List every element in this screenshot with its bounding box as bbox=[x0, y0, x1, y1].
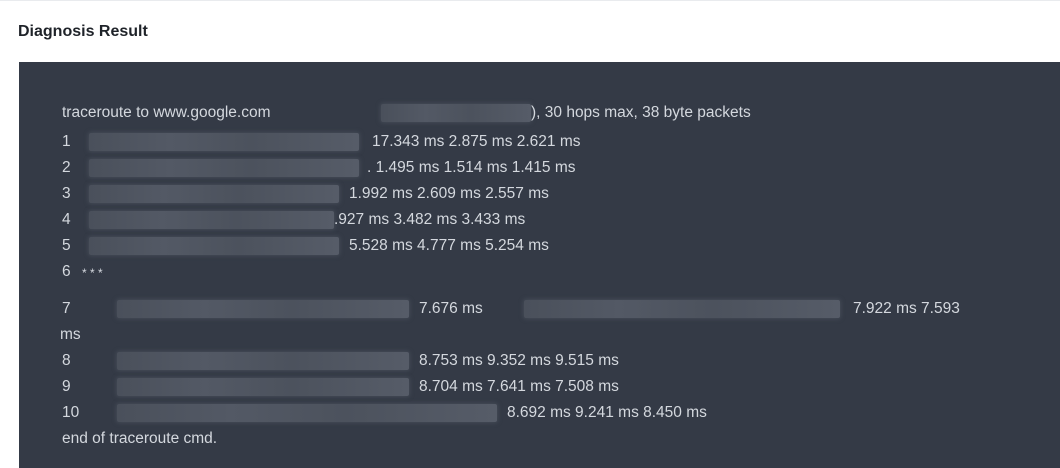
redacted-host bbox=[89, 185, 339, 203]
top-divider bbox=[0, 0, 1060, 1]
redacted-host bbox=[117, 352, 409, 370]
hop-times: . 1.495 ms 1.514 ms 1.415 ms bbox=[367, 159, 576, 176]
hop-times: 1.992 ms 2.609 ms 2.557 ms bbox=[349, 185, 549, 202]
hop-times: 7.676 ms bbox=[419, 300, 483, 317]
hop-number: 6 bbox=[62, 263, 71, 280]
hop-times: 8.753 ms 9.352 ms 9.515 ms bbox=[419, 352, 619, 369]
hop-timeout: * * * bbox=[82, 266, 103, 280]
hop-number: 2 bbox=[62, 159, 71, 176]
redacted-host bbox=[117, 378, 409, 396]
redacted-host bbox=[117, 300, 409, 318]
panel-title: Diagnosis Result bbox=[18, 23, 148, 40]
hop-times: .927 ms 3.482 ms 3.433 ms bbox=[334, 211, 526, 228]
redacted-host bbox=[89, 133, 359, 151]
redacted-host bbox=[89, 211, 334, 229]
redacted-host bbox=[89, 159, 359, 177]
redacted-ip bbox=[381, 104, 531, 122]
hop-number: 3 bbox=[62, 185, 71, 202]
redacted-host bbox=[89, 237, 339, 255]
hop-times-wrap: ms bbox=[60, 326, 81, 343]
hop-number: 10 bbox=[62, 404, 80, 421]
redacted-host bbox=[117, 404, 497, 422]
hop-number: 8 bbox=[62, 352, 71, 369]
hop-number: 5 bbox=[62, 237, 71, 254]
hop-times: 8.692 ms 9.241 ms 8.450 ms bbox=[507, 404, 707, 421]
footer-text: end of traceroute cmd. bbox=[62, 430, 218, 447]
hop-times: 5.528 ms 4.777 ms 5.254 ms bbox=[349, 237, 549, 254]
diagnosis-output: traceroute to www.google.com ), 30 hops … bbox=[19, 62, 1060, 468]
header-prefix: traceroute to www.google.com bbox=[62, 104, 271, 121]
hop-times: 8.704 ms 7.641 ms 7.508 ms bbox=[419, 378, 619, 395]
hop-times: 17.343 ms 2.875 ms 2.621 ms bbox=[372, 133, 581, 150]
redacted-host bbox=[524, 300, 840, 318]
header-suffix: ), 30 hops max, 38 byte packets bbox=[531, 104, 751, 121]
hop-number: 4 bbox=[62, 211, 71, 228]
hop-number: 9 bbox=[62, 378, 71, 395]
diagnosis-panel: Diagnosis Result traceroute to www.googl… bbox=[0, 0, 1060, 468]
hop-number: 1 bbox=[62, 133, 71, 150]
hop-number: 7 bbox=[62, 300, 71, 317]
hop-times: 7.922 ms 7.593 bbox=[853, 300, 960, 317]
